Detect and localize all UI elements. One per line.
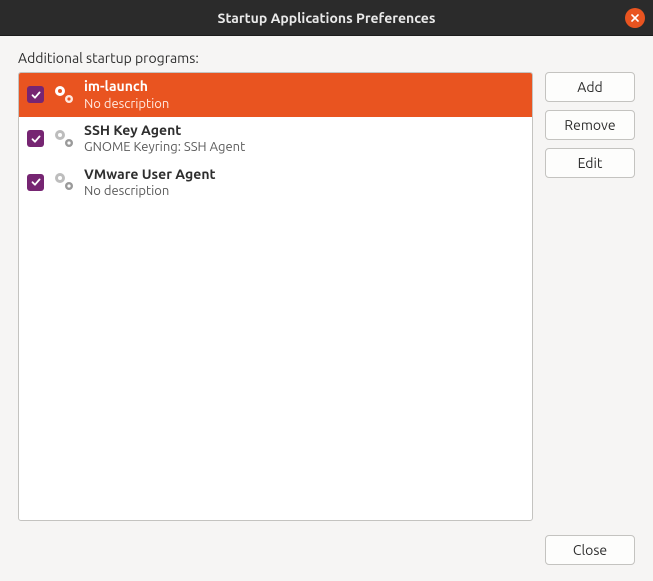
content-area: Additional startup programs: im-launchNo… bbox=[0, 36, 653, 521]
item-text: im-launchNo description bbox=[84, 78, 169, 112]
item-description: No description bbox=[84, 96, 169, 112]
footer: Close bbox=[0, 521, 653, 581]
item-text: VMware User AgentNo description bbox=[84, 166, 216, 200]
window-close-button[interactable] bbox=[625, 8, 645, 28]
side-buttons: Add Remove Edit bbox=[545, 72, 635, 521]
enable-checkbox[interactable] bbox=[27, 130, 44, 147]
close-icon bbox=[630, 13, 640, 23]
item-description: GNOME Keyring: SSH Agent bbox=[84, 139, 245, 155]
item-title: VMware User Agent bbox=[84, 166, 216, 184]
item-description: No description bbox=[84, 183, 216, 199]
gears-icon bbox=[52, 170, 76, 194]
body-row: im-launchNo descriptionSSH Key AgentGNOM… bbox=[18, 72, 635, 521]
item-title: SSH Key Agent bbox=[84, 122, 245, 140]
item-text: SSH Key AgentGNOME Keyring: SSH Agent bbox=[84, 122, 245, 156]
titlebar: Startup Applications Preferences bbox=[0, 0, 653, 36]
list-item[interactable]: im-launchNo description bbox=[19, 73, 532, 117]
gears-icon bbox=[52, 83, 76, 107]
section-label: Additional startup programs: bbox=[18, 50, 635, 66]
enable-checkbox[interactable] bbox=[27, 174, 44, 191]
enable-checkbox[interactable] bbox=[27, 86, 44, 103]
list-item[interactable]: VMware User AgentNo description bbox=[19, 161, 532, 205]
window-title: Startup Applications Preferences bbox=[218, 10, 436, 26]
edit-button[interactable]: Edit bbox=[545, 148, 635, 178]
startup-programs-list[interactable]: im-launchNo descriptionSSH Key AgentGNOM… bbox=[18, 72, 533, 521]
remove-button[interactable]: Remove bbox=[545, 110, 635, 140]
gears-icon bbox=[52, 127, 76, 151]
list-item[interactable]: SSH Key AgentGNOME Keyring: SSH Agent bbox=[19, 117, 532, 161]
close-button[interactable]: Close bbox=[545, 535, 635, 565]
item-title: im-launch bbox=[84, 78, 169, 96]
add-button[interactable]: Add bbox=[545, 72, 635, 102]
